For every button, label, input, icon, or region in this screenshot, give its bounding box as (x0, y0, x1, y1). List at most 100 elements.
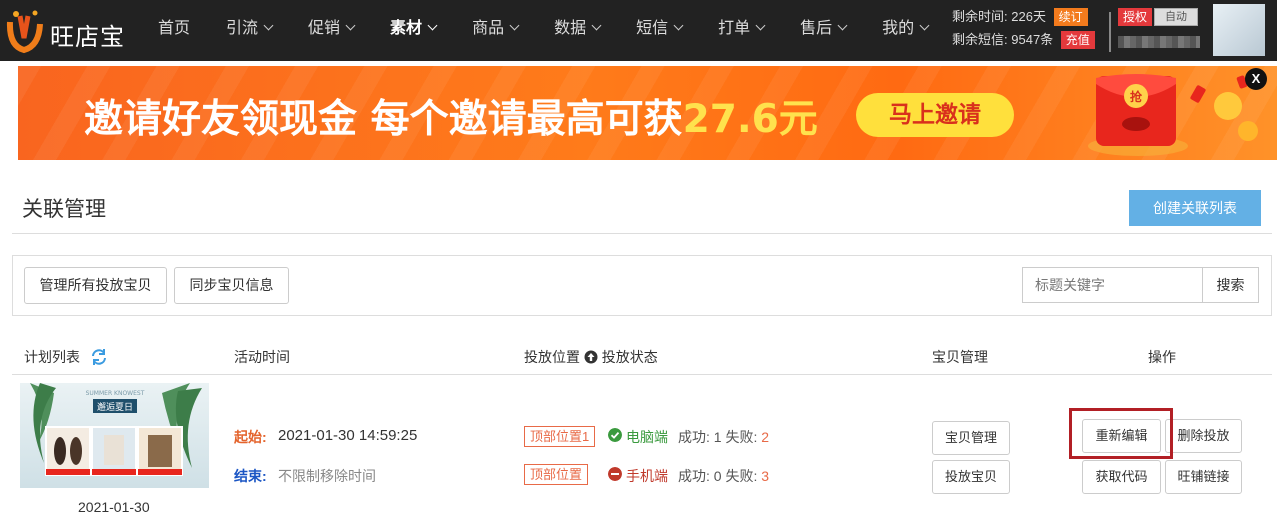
top-navbar: 旺店宝 首页 引流 促销 素材 商品 数据 短信 打单 售后 我的 剩余时间: … (0, 0, 1277, 61)
nav-item-traffic[interactable]: 引流 (208, 0, 290, 61)
delete-placement-button[interactable]: 删除投放 (1165, 419, 1242, 453)
fail-label: 失败: (725, 468, 758, 484)
recharge-button[interactable]: 充值 (1060, 30, 1095, 49)
brand-logo[interactable]: 旺店宝 (6, 8, 136, 54)
create-association-list-button[interactable]: 创建关联列表 (1129, 190, 1261, 226)
nav-label: 首页 (158, 20, 191, 37)
plan-thumbnail[interactable]: SUMMER KNOWEST 邂逅夏日 (20, 383, 209, 488)
chevron-down-icon (919, 20, 930, 31)
page-title: 关联管理 (22, 198, 106, 221)
renew-button[interactable]: 续订 (1053, 7, 1088, 26)
end-time-value: 不限制移除时间 (278, 468, 376, 484)
nav-label: 数据 (554, 20, 587, 37)
col-header-label: 计划列表 (24, 349, 80, 365)
nav-label: 引流 (226, 20, 259, 37)
chevron-down-icon (591, 20, 602, 31)
nav-item-products[interactable]: 商品 (454, 0, 536, 61)
remaining-sms-label: 剩余短信: (952, 32, 1008, 47)
start-time-value: 2021-01-30 14:59:25 (278, 427, 418, 444)
thumbnail-caption: SUMMER KNOWEST (86, 390, 145, 397)
chevron-down-icon (345, 20, 356, 31)
auto-renew-toggle[interactable]: 自动 (1154, 8, 1199, 26)
nav-label: 短信 (636, 20, 669, 37)
shop-name-blurred (1118, 36, 1200, 48)
nav-label: 我的 (882, 20, 915, 37)
brand-name: 旺店宝 (50, 23, 125, 51)
col-header-operation: 操作 (1148, 349, 1176, 365)
thumbnail-image: SUMMER KNOWEST 邂逅夏日 (30, 383, 202, 476)
deliver-items-button[interactable]: 投放宝贝 (932, 460, 1010, 494)
nav-item-sms[interactable]: 短信 (618, 0, 700, 61)
success-count: 1 (713, 429, 722, 445)
placement-counts: 成功: 0 失败: 3 (678, 466, 769, 486)
nav-divider (1109, 12, 1111, 52)
authorize-button[interactable]: 授权 (1118, 8, 1153, 26)
success-label: 成功: (678, 429, 710, 445)
nav-item-print[interactable]: 打单 (700, 0, 782, 61)
logo-mark-icon (6, 10, 43, 54)
col-header-item-manage: 宝贝管理 (932, 349, 988, 365)
nav-label: 商品 (472, 20, 505, 37)
sync-item-info-button[interactable]: 同步宝贝信息 (174, 267, 289, 304)
manage-all-items-button[interactable]: 管理所有投放宝贝 (24, 267, 167, 304)
red-envelope-icon: 抢 (1088, 74, 1258, 156)
reedit-highlight-box (1069, 408, 1173, 459)
banner-headline: 邀请好友领现金 每个邀请最高可获27.6元 (84, 88, 818, 144)
banner-headline-amount: 27.6元 (682, 97, 818, 142)
nav-item-aftersale[interactable]: 售后 (782, 0, 864, 61)
shop-link-button[interactable]: 旺铺链接 (1165, 460, 1242, 494)
get-code-button[interactable]: 获取代码 (1082, 460, 1161, 494)
search-input[interactable] (1022, 267, 1203, 303)
chevron-down-icon (837, 20, 848, 31)
nav-item-data[interactable]: 数据 (536, 0, 618, 61)
position-tag: 顶部位置 (524, 464, 589, 485)
placement-counts: 成功: 1 失败: 2 (678, 427, 769, 447)
refresh-icon[interactable] (90, 348, 108, 366)
chevron-down-icon (509, 20, 520, 31)
nav-item-home[interactable]: 首页 (140, 0, 208, 61)
chevron-down-icon (755, 20, 766, 31)
envelope-glyph: 抢 (1130, 89, 1143, 104)
check-circle-icon (608, 428, 622, 442)
fail-count: 3 (761, 468, 770, 484)
invite-now-button[interactable]: 马上邀请 (856, 93, 1014, 137)
success-count: 0 (713, 468, 722, 484)
auth-area: 授权 自动 (1118, 8, 1199, 26)
promo-banner[interactable]: 邀请好友领现金 每个邀请最高可获27.6元 马上邀请 抢 (18, 66, 1277, 160)
chevron-down-icon (263, 20, 274, 31)
nav-item-mine[interactable]: 我的 (864, 0, 946, 61)
fail-count: 2 (761, 429, 770, 445)
nav-label: 素材 (390, 20, 423, 37)
col-header-activity-time: 活动时间 (234, 349, 290, 365)
nav-label: 售后 (800, 20, 833, 37)
item-manage-button[interactable]: 宝贝管理 (932, 421, 1010, 455)
table-header-divider (12, 374, 1272, 375)
toolbar: 管理所有投放宝贝 同步宝贝信息 搜索 (12, 255, 1272, 316)
avatar[interactable] (1213, 4, 1265, 56)
remaining-time-label: 剩余时间: (952, 9, 1008, 24)
col-header-label: 投放位置 (524, 349, 580, 365)
nav-item-promotion[interactable]: 促销 (290, 0, 372, 61)
plan-date: 2021-01-30 (78, 499, 150, 515)
position-tag: 顶部位置1 (524, 426, 596, 447)
nav-item-material[interactable]: 素材 (372, 0, 454, 61)
remaining-time-value: 226天 (1011, 9, 1046, 24)
end-label: 结束: (234, 468, 267, 484)
success-label: 成功: (678, 468, 710, 484)
platform-mobile-label: 手机端 (626, 468, 668, 484)
col-header-position-status: 投放位置 投放状态 (524, 347, 658, 367)
col-header-label: 投放状态 (601, 349, 658, 365)
nav-label: 促销 (308, 20, 341, 37)
chevron-down-icon (673, 20, 684, 31)
banner-close-button[interactable]: X (1245, 68, 1267, 90)
chevron-down-icon (427, 20, 438, 31)
minus-circle-icon (608, 467, 622, 481)
circle-arrow-up-icon (584, 350, 598, 364)
account-status: 剩余时间: 226天 续订 剩余短信: 9547条 充值 (952, 6, 1112, 52)
header-divider (12, 233, 1272, 234)
nav-label: 打单 (718, 20, 751, 37)
search-button[interactable]: 搜索 (1202, 267, 1259, 303)
remaining-sms-value: 9547条 (1011, 32, 1054, 47)
start-label: 起始: (234, 429, 267, 445)
fail-label: 失败: (725, 429, 758, 445)
